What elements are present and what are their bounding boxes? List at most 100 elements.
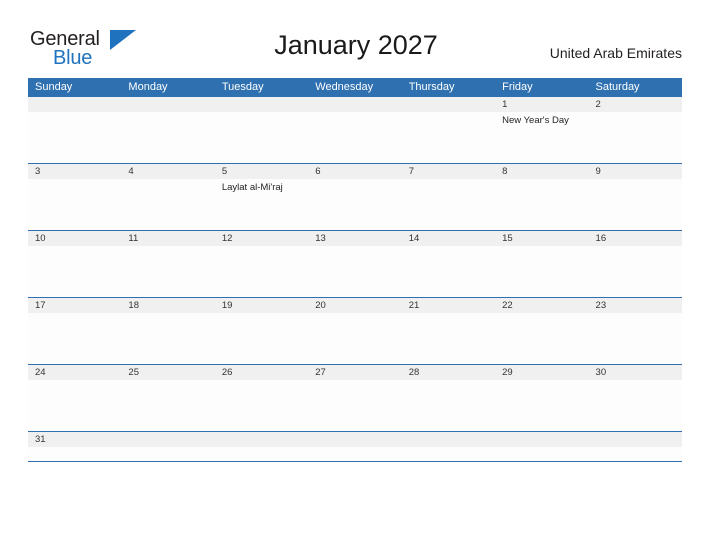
day-cell-empty bbox=[215, 112, 308, 163]
day-number-22[interactable]: 22 bbox=[495, 298, 588, 313]
day-number-2[interactable]: 2 bbox=[589, 97, 682, 112]
day-number-6[interactable]: 6 bbox=[308, 164, 401, 179]
day-cell-1[interactable]: New Year's Day bbox=[495, 112, 588, 163]
day-number-3[interactable]: 3 bbox=[28, 164, 121, 179]
day-cell-30[interactable] bbox=[589, 380, 682, 431]
week-date-band: 17 18 19 20 21 22 23 bbox=[28, 298, 682, 313]
day-number-16[interactable]: 16 bbox=[589, 231, 682, 246]
day-number-empty bbox=[121, 432, 214, 447]
day-number-empty bbox=[215, 432, 308, 447]
day-cell-28[interactable] bbox=[402, 380, 495, 431]
week-event-band: New Year's Day bbox=[28, 112, 682, 163]
calendar-page: General Blue January 2027 United Arab Em… bbox=[0, 0, 712, 550]
day-number-11[interactable]: 11 bbox=[121, 231, 214, 246]
day-number-empty bbox=[402, 97, 495, 112]
day-cell-11[interactable] bbox=[121, 246, 214, 297]
day-number-5[interactable]: 5 bbox=[215, 164, 308, 179]
calendar-weeks: 1 2 New Year's Day 3 4 5 6 7 8 9 Laylat al-Mi'raj 1… bbox=[28, 97, 682, 462]
day-cell-21[interactable] bbox=[402, 313, 495, 364]
day-number-21[interactable]: 21 bbox=[402, 298, 495, 313]
day-cell-19[interactable] bbox=[215, 313, 308, 364]
day-number-empty bbox=[28, 97, 121, 112]
day-number-10[interactable]: 10 bbox=[28, 231, 121, 246]
day-cell-27[interactable] bbox=[308, 380, 401, 431]
day-number-24[interactable]: 24 bbox=[28, 365, 121, 380]
day-number-empty bbox=[215, 97, 308, 112]
day-number-empty bbox=[121, 97, 214, 112]
day-number-7[interactable]: 7 bbox=[402, 164, 495, 179]
day-cell-8[interactable] bbox=[495, 179, 588, 230]
day-number-18[interactable]: 18 bbox=[121, 298, 214, 313]
day-number-8[interactable]: 8 bbox=[495, 164, 588, 179]
day-number-14[interactable]: 14 bbox=[402, 231, 495, 246]
day-number-31[interactable]: 31 bbox=[28, 432, 121, 447]
week-date-band: 12 bbox=[28, 97, 682, 112]
day-cell-7[interactable] bbox=[402, 179, 495, 230]
day-number-empty bbox=[402, 432, 495, 447]
day-number-19[interactable]: 19 bbox=[215, 298, 308, 313]
week-event-band bbox=[28, 313, 682, 364]
day-number-30[interactable]: 30 bbox=[589, 365, 682, 380]
day-number-29[interactable]: 29 bbox=[495, 365, 588, 380]
day-cell-10[interactable] bbox=[28, 246, 121, 297]
day-cell-13[interactable] bbox=[308, 246, 401, 297]
week-date-band: 10 11 12 13 14 15 16 bbox=[28, 231, 682, 246]
day-number-23[interactable]: 23 bbox=[589, 298, 682, 313]
calendar-week-row: 1 2 New Year's Day bbox=[28, 97, 682, 164]
day-cell-2[interactable] bbox=[589, 112, 682, 163]
calendar-grid: Sunday Monday Tuesday Wednesday Thursday Frid… bbox=[28, 78, 682, 462]
day-number-20[interactable]: 20 bbox=[308, 298, 401, 313]
calendar-week-row: 3 4 5 6 7 8 9 Laylat al-Mi'raj bbox=[28, 164, 682, 231]
day-cell-empty bbox=[402, 447, 495, 461]
day-number-1[interactable]: 1 bbox=[495, 97, 588, 112]
day-cell-4[interactable] bbox=[121, 179, 214, 230]
day-number-empty bbox=[589, 432, 682, 447]
day-cell-17[interactable] bbox=[28, 313, 121, 364]
day-number-28[interactable]: 28 bbox=[402, 365, 495, 380]
day-number-9[interactable]: 9 bbox=[589, 164, 682, 179]
day-cell-empty bbox=[28, 112, 121, 163]
day-cell-empty bbox=[121, 447, 214, 461]
country-label: United Arab Emirates bbox=[549, 45, 682, 61]
day-cell-15[interactable] bbox=[495, 246, 588, 297]
day-cell-9[interactable] bbox=[589, 179, 682, 230]
calendar-week-row: 31 bbox=[28, 432, 682, 462]
day-number-12[interactable]: 12 bbox=[215, 231, 308, 246]
day-number-4[interactable]: 4 bbox=[121, 164, 214, 179]
day-number-13[interactable]: 13 bbox=[308, 231, 401, 246]
weekday-header-saturday: Saturday bbox=[595, 81, 640, 93]
day-cell-29[interactable] bbox=[495, 380, 588, 431]
day-number-empty bbox=[308, 432, 401, 447]
day-cell-31[interactable] bbox=[28, 447, 121, 461]
day-cell-26[interactable] bbox=[215, 380, 308, 431]
day-cell-16[interactable] bbox=[589, 246, 682, 297]
day-cell-empty bbox=[495, 447, 588, 461]
day-cell-22[interactable] bbox=[495, 313, 588, 364]
day-number-27[interactable]: 27 bbox=[308, 365, 401, 380]
day-cell-14[interactable] bbox=[402, 246, 495, 297]
week-event-band: Laylat al-Mi'raj bbox=[28, 179, 682, 230]
day-cell-20[interactable] bbox=[308, 313, 401, 364]
day-cell-6[interactable] bbox=[308, 179, 401, 230]
week-event-band bbox=[28, 380, 682, 431]
day-cell-5[interactable]: Laylat al-Mi'raj bbox=[215, 179, 308, 230]
day-cell-empty bbox=[215, 447, 308, 461]
day-cell-24[interactable] bbox=[28, 380, 121, 431]
week-date-band: 3456789 bbox=[28, 164, 682, 179]
day-cell-empty bbox=[308, 112, 401, 163]
day-cell-23[interactable] bbox=[589, 313, 682, 364]
day-cell-12[interactable] bbox=[215, 246, 308, 297]
day-number-26[interactable]: 26 bbox=[215, 365, 308, 380]
calendar-week-row: 17 18 19 20 21 22 23 bbox=[28, 298, 682, 365]
day-number-25[interactable]: 25 bbox=[121, 365, 214, 380]
day-number-15[interactable]: 15 bbox=[495, 231, 588, 246]
day-number-empty bbox=[495, 432, 588, 447]
day-cell-18[interactable] bbox=[121, 313, 214, 364]
day-number-17[interactable]: 17 bbox=[28, 298, 121, 313]
day-cell-3[interactable] bbox=[28, 179, 121, 230]
weekday-header-wednesday: Wednesday bbox=[315, 81, 374, 93]
day-cell-empty bbox=[402, 112, 495, 163]
day-cell-25[interactable] bbox=[121, 380, 214, 431]
weekday-header-tuesday: Tuesday bbox=[221, 81, 264, 93]
weekday-header-row: Sunday Monday Tuesday Wednesday Thursday Frid… bbox=[28, 78, 682, 97]
